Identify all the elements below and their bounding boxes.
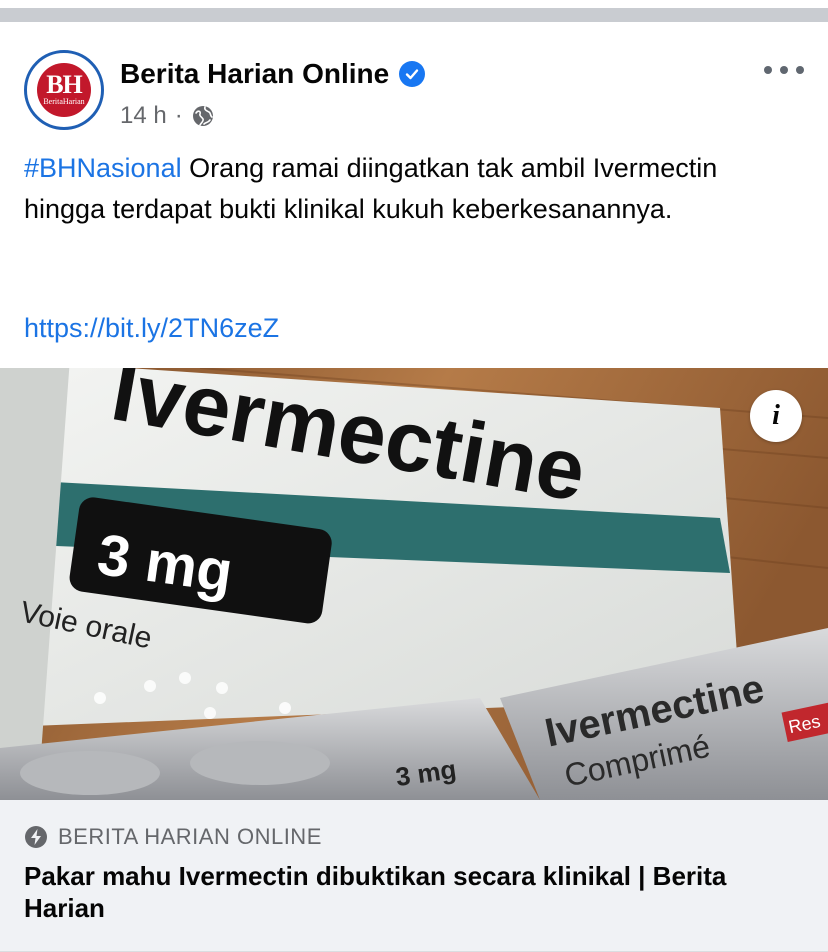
link-preview-card[interactable]: BERITA HARIAN ONLINE Pakar mahu Ivermect… [0,800,828,952]
short-url-link[interactable]: https://bit.ly/2TN6zeZ [24,313,279,343]
post-meta: 14 h · [120,102,215,130]
page-avatar[interactable]: BH BeritaHarian [24,50,104,130]
link-source-domain: BERITA HARIAN ONLINE [58,824,322,849]
info-icon[interactable]: i [750,390,802,442]
avatar-logo-subtext: BeritaHarian [43,97,85,106]
more-options-icon[interactable] [764,60,804,80]
post-link-line: https://bit.ly/2TN6zeZ [24,308,279,349]
globe-icon[interactable] [191,104,215,128]
lightning-bolt-icon [25,826,47,848]
hashtag-link[interactable]: #BHNasional [24,153,182,183]
verified-badge-icon [399,61,426,87]
post-message: #BHNasional Orang ramai diingatkan tak a… [24,148,804,230]
avatar-logo: BH BeritaHarian [37,63,91,117]
meta-separator: · [174,102,183,129]
more-dot [780,66,788,74]
post-header: BH BeritaHarian Berita Harian Online 14 … [24,50,804,130]
link-title[interactable]: Pakar mahu Ivermectin dibuktikan secara … [24,860,804,924]
link-preview-image[interactable]: 3 mg Ivermectine Voie orale Ivermectine [0,368,828,800]
feed-divider [0,8,828,22]
link-source-row: BERITA HARIAN ONLINE [24,824,322,850]
facebook-post: BH BeritaHarian Berita Harian Online 14 … [0,22,828,952]
avatar-logo-text: BH [46,70,83,99]
ivermectin-photo: 3 mg Ivermectine Voie orale Ivermectine [0,368,828,800]
page-name-link[interactable]: Berita Harian Online [120,58,426,90]
page-name: Berita Harian Online [120,58,390,89]
more-dot [764,66,772,74]
more-dot [796,66,804,74]
post-timestamp[interactable]: 14 h [120,102,167,130]
